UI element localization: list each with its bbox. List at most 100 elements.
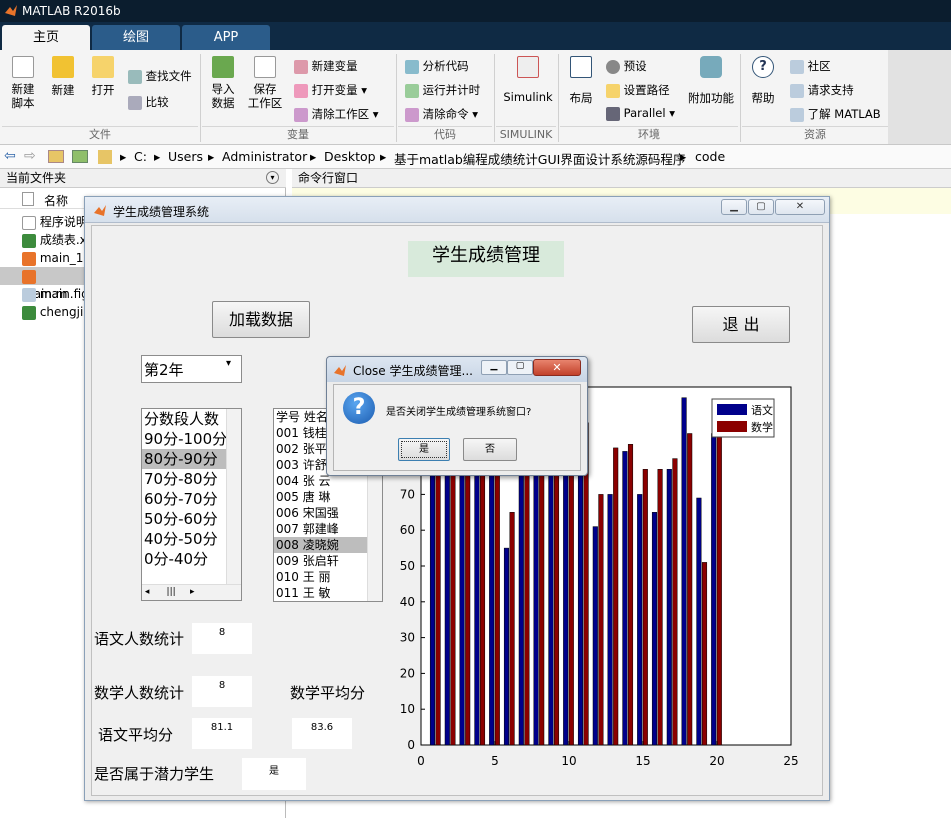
list-item[interactable]: 006 宋国强 xyxy=(274,505,382,521)
breadcrumb-item[interactable]: C: xyxy=(134,149,147,164)
minimize-button[interactable]: ▁ xyxy=(721,199,747,215)
open-button[interactable]: 打开 xyxy=(88,56,118,98)
file-item[interactable]: chengji xyxy=(22,303,83,321)
run-and-time-button[interactable]: 运行并计时 xyxy=(405,82,480,98)
up-folder-icon[interactable] xyxy=(48,150,64,163)
y-tick-label: 20 xyxy=(400,666,415,680)
clear-commands-button[interactable]: 清除命令 ▾ xyxy=(405,106,478,122)
find-files-icon xyxy=(128,69,142,84)
clear-workspace-button[interactable]: 清除工作区 ▾ xyxy=(294,106,379,122)
bar xyxy=(627,444,634,746)
potential-student-label: 是否属于潜力学生 xyxy=(94,765,215,783)
layout-button[interactable]: 布局 xyxy=(566,56,596,106)
list-item[interactable]: 011 王 敏 xyxy=(274,585,382,601)
file-item[interactable]: 程序说明 xyxy=(22,213,88,231)
addons-button[interactable]: 附加功能 xyxy=(688,56,734,106)
parallel-button[interactable]: Parallel ▾ xyxy=(606,106,675,121)
list-item[interactable]: 007 郭建峰 xyxy=(274,521,382,537)
bar xyxy=(553,429,560,746)
list-item[interactable]: 005 唐 琳 xyxy=(274,489,382,505)
forward-arrow-icon[interactable]: ⇨ xyxy=(24,148,36,164)
preferences-button[interactable]: 预设 xyxy=(606,58,647,74)
panel-menu-icon[interactable]: ▾ xyxy=(266,171,279,184)
matlab-logo-icon xyxy=(334,365,346,376)
file-item[interactable]: main_1. xyxy=(22,249,87,267)
save-workspace-button[interactable]: 保存 工作区 xyxy=(247,56,283,110)
bar xyxy=(539,436,545,746)
open-variable-icon xyxy=(294,83,308,98)
math-average-value: 83.6 xyxy=(292,718,352,749)
breadcrumb-item[interactable]: Users xyxy=(168,149,203,164)
legend-swatch xyxy=(717,404,747,415)
new-script-button[interactable]: 新建 脚本 xyxy=(8,56,38,110)
dialog-title-bar[interactable]: Close 学生成绩管理... ▁ ▢ ✕ xyxy=(327,357,587,382)
tab-home[interactable]: 主页 xyxy=(2,25,90,50)
app-title: MATLAB R2016b xyxy=(22,4,121,18)
community-link[interactable]: 社区 xyxy=(790,58,831,74)
help-button[interactable]: ? 帮助 xyxy=(748,56,778,106)
breadcrumb-item[interactable]: Administrator xyxy=(222,149,307,164)
no-button[interactable]: 否 xyxy=(463,438,517,461)
learn-matlab-link[interactable]: 了解 MATLAB xyxy=(790,106,881,122)
bar xyxy=(563,458,569,746)
breadcrumb-separator: ▸ xyxy=(680,149,687,164)
close-button[interactable]: ✕ xyxy=(775,199,825,215)
section-code: 代码 xyxy=(398,126,492,144)
file-item[interactable]: main.fig xyxy=(22,285,89,303)
parallel-icon xyxy=(606,106,620,121)
bar xyxy=(479,440,486,746)
new-variable-button[interactable]: 新建变量 xyxy=(294,58,358,74)
gear-icon xyxy=(606,59,620,74)
save-icon xyxy=(254,56,276,78)
year-select[interactable]: 第2年 ▾ xyxy=(141,355,242,383)
matlab-logo-icon xyxy=(94,205,106,216)
community-icon xyxy=(790,59,804,74)
analyze-code-icon xyxy=(405,59,419,74)
tab-apps[interactable]: APP xyxy=(182,25,270,50)
maximize-button[interactable]: ▢ xyxy=(507,360,533,375)
breadcrumb-item[interactable]: Desktop xyxy=(324,149,376,164)
list-item[interactable]: 009 张启轩 xyxy=(274,553,382,569)
find-files-button[interactable]: 查找文件 xyxy=(128,68,192,84)
breadcrumb-item[interactable]: 基于matlab编程成绩统计GUI界面设计系统源码程序 xyxy=(394,149,685,168)
section-environment: 环境 xyxy=(560,126,738,144)
dialog-close-button[interactable]: ✕ xyxy=(533,359,581,376)
score-range-list[interactable]: 分数段人数 90分-100分 80分-90分 70分-80分 60分-70分 5… xyxy=(141,408,242,601)
breadcrumb-separator: ▸ xyxy=(208,149,215,164)
analyze-code-button[interactable]: 分析代码 xyxy=(405,58,469,74)
open-variable-button[interactable]: 打开变量 ▾ xyxy=(294,82,367,98)
list-item[interactable]: 010 王 丽 xyxy=(274,569,382,585)
section-file: 文件 xyxy=(2,126,198,144)
figure-title-bar[interactable]: 学生成绩管理系统 ▁ ▢ ✕ xyxy=(85,197,829,223)
exit-button[interactable]: 退 出 xyxy=(692,306,790,343)
list-item-selected[interactable]: 008 凌晓婉 xyxy=(274,537,382,553)
breadcrumb-separator: ▸ xyxy=(154,149,161,164)
compare-button[interactable]: 比较 xyxy=(128,94,169,110)
new-button[interactable]: 新建 xyxy=(48,56,78,98)
minimize-button[interactable]: ▁ xyxy=(481,360,507,375)
set-path-button[interactable]: 设置路径 xyxy=(606,82,670,98)
vertical-scrollbar[interactable] xyxy=(226,409,241,584)
m-file-icon xyxy=(22,251,36,266)
section-simulink: SIMULINK xyxy=(496,126,556,144)
file-item[interactable]: 成绩表.x xyxy=(22,231,87,249)
potential-student-value: 是 xyxy=(242,758,306,790)
ribbon-toolbar: 新建 脚本 新建 打开 查找文件 比较 文件 导入 数据 保存 工作区 新建变量… xyxy=(0,50,951,145)
file-item-selected[interactable]: main.m xyxy=(0,267,84,301)
clear-workspace-icon xyxy=(294,107,308,122)
horizontal-scrollbar[interactable]: ◂ ||| ▸ xyxy=(142,584,241,600)
set-path-icon xyxy=(606,83,620,98)
request-support-link[interactable]: 请求支持 xyxy=(790,82,854,98)
bar xyxy=(637,494,643,746)
browse-folder-icon[interactable] xyxy=(72,150,88,163)
maximize-button[interactable]: ▢ xyxy=(748,199,774,215)
breadcrumb-item[interactable]: code xyxy=(695,149,725,164)
yes-button[interactable]: 是 xyxy=(398,438,450,461)
import-data-button[interactable]: 导入 数据 xyxy=(208,56,238,110)
back-arrow-icon[interactable]: ⇦ xyxy=(4,148,16,164)
x-tick-label: 15 xyxy=(635,754,650,768)
tab-plots[interactable]: 绘图 xyxy=(92,25,180,50)
bar xyxy=(711,433,717,746)
load-data-button[interactable]: 加载数据 xyxy=(212,301,310,338)
simulink-button[interactable]: Simulink xyxy=(500,56,556,104)
